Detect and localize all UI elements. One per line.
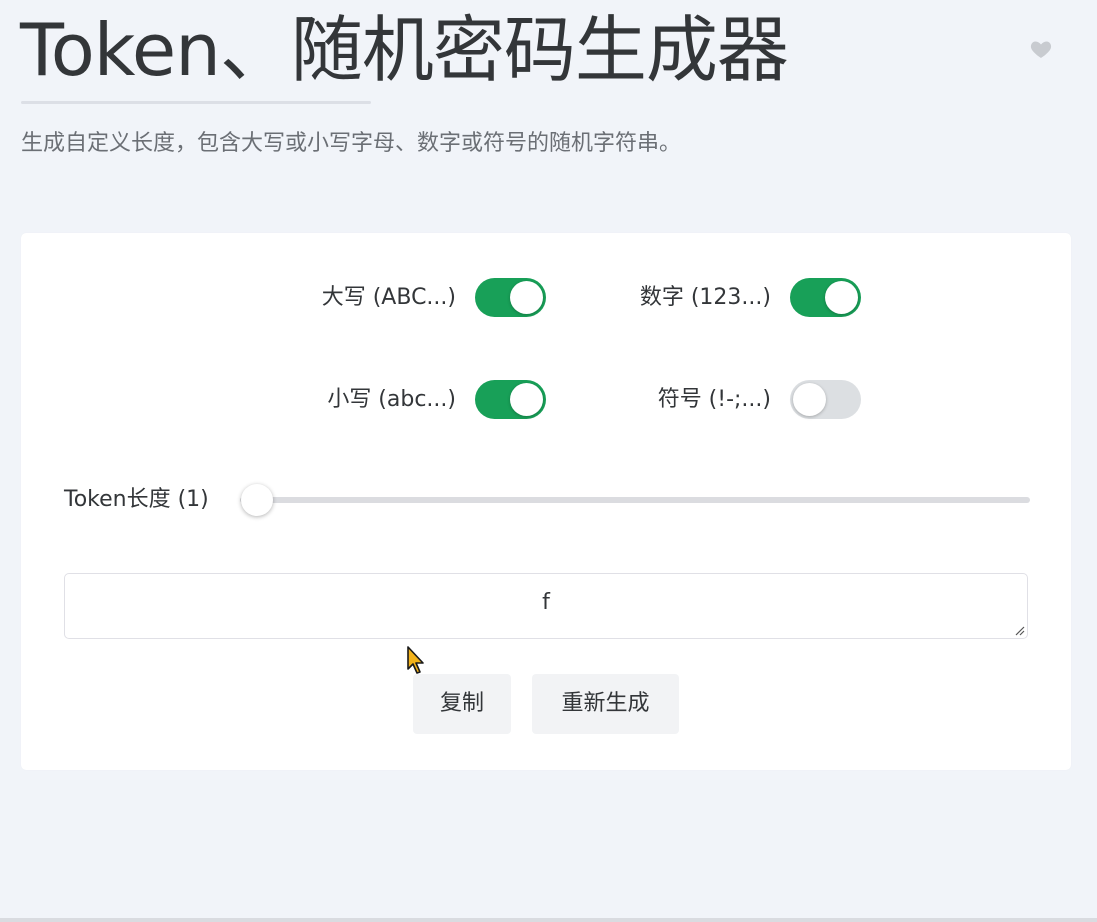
title-underline bbox=[21, 101, 371, 104]
page-title: Token、随机密码生成器 bbox=[20, 8, 789, 92]
token-length-slider[interactable] bbox=[240, 483, 1030, 517]
symbols-label: 符号 (!-;...) bbox=[657, 387, 771, 412]
mouse-cursor-icon bbox=[407, 646, 424, 674]
numbers-switch[interactable] bbox=[790, 278, 861, 317]
slider-handle[interactable] bbox=[241, 484, 273, 516]
heart-icon bbox=[1030, 41, 1052, 58]
generator-card: 大写 (ABC...) 数字 (123...) 小写 (abc...) 符号 (… bbox=[21, 233, 1071, 770]
regenerate-button[interactable]: 重新生成 bbox=[532, 674, 679, 734]
symbols-switch[interactable] bbox=[790, 380, 861, 419]
token-length-label: Token长度 (1) bbox=[64, 487, 209, 512]
switch-knob bbox=[825, 281, 858, 314]
numbers-label: 数字 (123...) bbox=[639, 285, 771, 310]
page-description: 生成自定义长度，包含大写或小写字母、数字或符号的随机字符串。 bbox=[21, 131, 682, 156]
switch-knob bbox=[510, 383, 543, 416]
switch-knob bbox=[793, 383, 826, 416]
lowercase-switch[interactable] bbox=[475, 380, 546, 419]
window-bottom-border bbox=[0, 918, 1097, 922]
uppercase-switch[interactable] bbox=[475, 278, 546, 317]
token-output[interactable] bbox=[64, 573, 1028, 639]
token-output-textarea[interactable] bbox=[65, 574, 1027, 638]
page: Token、随机密码生成器 生成自定义长度，包含大写或小写字母、数字或符号的随机… bbox=[0, 0, 1097, 922]
uppercase-label: 大写 (ABC...) bbox=[321, 285, 456, 310]
lowercase-label: 小写 (abc...) bbox=[327, 387, 456, 412]
slider-rail bbox=[240, 497, 1030, 503]
resize-grip-icon[interactable] bbox=[1013, 624, 1025, 636]
copy-button[interactable]: 复制 bbox=[413, 674, 511, 734]
favorite-button[interactable] bbox=[1029, 37, 1053, 61]
switch-knob bbox=[510, 281, 543, 314]
